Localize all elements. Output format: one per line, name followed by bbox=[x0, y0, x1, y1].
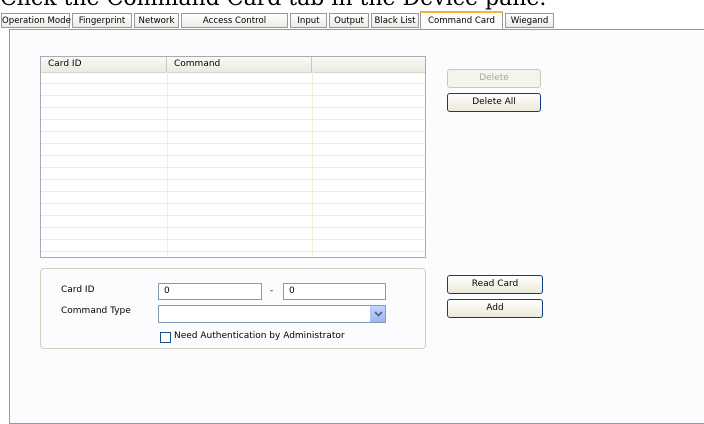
tab-output[interactable]: Output bbox=[329, 13, 369, 28]
list-header: Card ID Command bbox=[41, 57, 425, 73]
card-id-label: Card ID bbox=[61, 285, 95, 295]
tab-wiegand[interactable]: Wiegand bbox=[505, 13, 554, 28]
empty-row bbox=[41, 204, 425, 216]
empty-row bbox=[41, 144, 425, 156]
column-header-command[interactable]: Command bbox=[167, 57, 312, 72]
card-id-to-input[interactable]: 0 bbox=[283, 283, 386, 300]
column-header-card-id[interactable]: Card ID bbox=[41, 57, 167, 72]
tab-command-card[interactable]: Command Card bbox=[420, 11, 503, 29]
instruction-caption: Click the Command Card tab in the Device… bbox=[0, 0, 704, 10]
card-id-from-input[interactable]: 0 bbox=[158, 283, 262, 300]
tab-input[interactable]: Input bbox=[290, 13, 327, 28]
command-type-select[interactable] bbox=[158, 305, 386, 323]
tab-bar: Operation Mode Fingerprint Network Acces… bbox=[0, 11, 704, 30]
empty-row bbox=[41, 156, 425, 168]
command-card-list[interactable]: Card ID Command bbox=[40, 56, 426, 258]
need-auth-checkbox[interactable] bbox=[160, 332, 171, 343]
empty-row bbox=[41, 180, 425, 192]
chevron-down-icon bbox=[374, 311, 383, 317]
tab-network[interactable]: Network bbox=[134, 13, 179, 28]
empty-row bbox=[41, 96, 425, 108]
tab-fingerprint[interactable]: Fingerprint bbox=[72, 13, 132, 28]
range-separator: - bbox=[270, 286, 274, 296]
column-header-empty[interactable] bbox=[312, 57, 425, 72]
empty-row bbox=[41, 168, 425, 180]
empty-row bbox=[41, 84, 425, 96]
empty-row bbox=[41, 72, 425, 84]
need-auth-label: Need Authentication by Administrator bbox=[174, 331, 345, 341]
empty-row bbox=[41, 192, 425, 204]
empty-row bbox=[41, 108, 425, 120]
tab-access-control[interactable]: Access Control bbox=[181, 13, 288, 28]
command-type-label: Command Type bbox=[61, 306, 131, 316]
delete-button[interactable]: Delete bbox=[447, 69, 541, 88]
empty-row bbox=[41, 132, 425, 144]
empty-row bbox=[41, 216, 425, 228]
combo-dropdown-button[interactable] bbox=[370, 306, 385, 322]
tab-black-list[interactable]: Black List bbox=[371, 13, 419, 28]
add-button[interactable]: Add bbox=[447, 299, 543, 318]
empty-row bbox=[41, 120, 425, 132]
empty-row bbox=[41, 240, 425, 252]
empty-row bbox=[41, 228, 425, 240]
tab-operation-mode[interactable]: Operation Mode bbox=[1, 13, 71, 28]
delete-all-button[interactable]: Delete All bbox=[447, 93, 541, 112]
read-card-button[interactable]: Read Card bbox=[447, 275, 543, 294]
